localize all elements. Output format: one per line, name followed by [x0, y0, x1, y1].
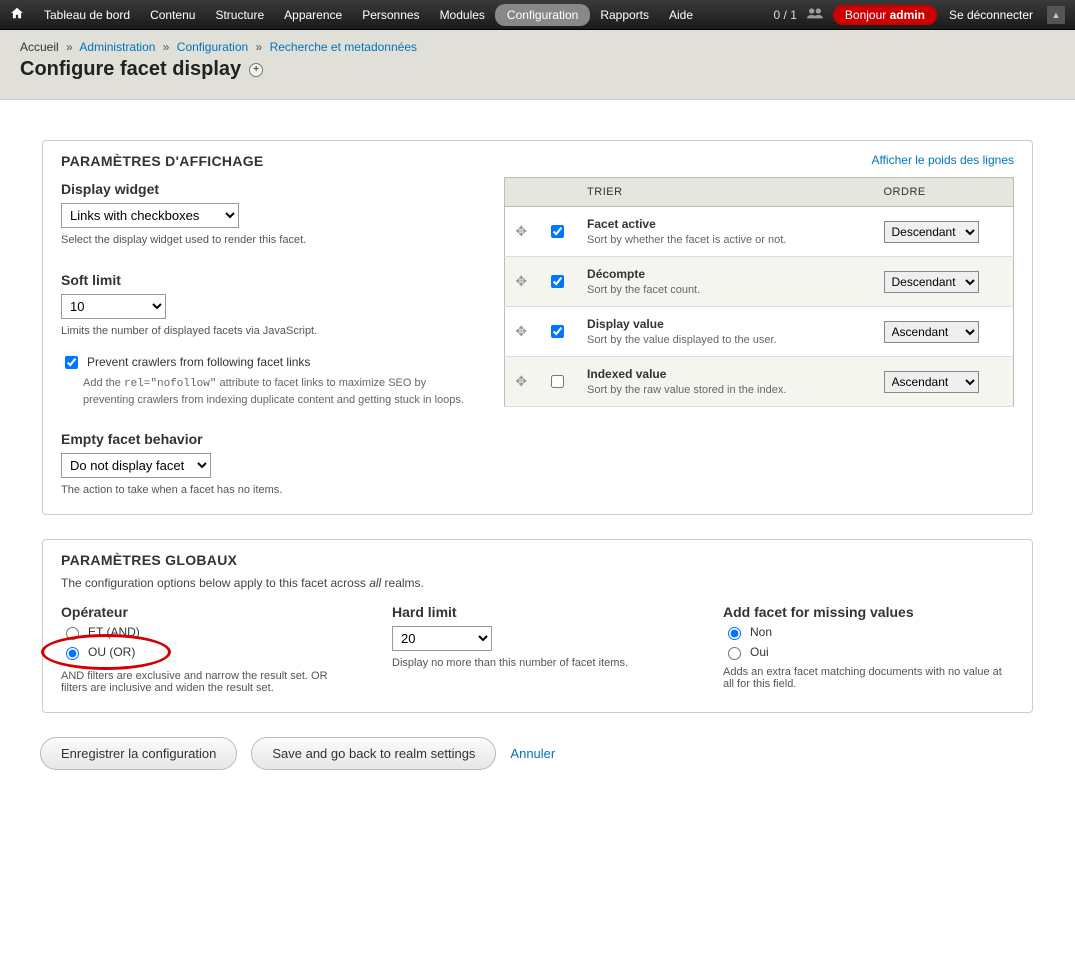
nofollow-checkbox[interactable]	[65, 356, 78, 369]
global-legend: PARAMÈTRES GLOBAUX	[61, 552, 1014, 568]
home-icon[interactable]	[10, 6, 24, 23]
missing-yes-radio[interactable]	[728, 647, 741, 660]
th-order: ORDRE	[874, 178, 1014, 207]
empty-behavior-label: Empty facet behavior	[61, 431, 480, 447]
sort-row-desc: Sort by whether the facet is active or n…	[587, 234, 863, 246]
operator-label: Opérateur	[61, 604, 352, 620]
sort-row-desc: Sort by the raw value stored in the inde…	[587, 384, 863, 396]
th-drag	[505, 178, 537, 207]
operator-desc: AND filters are exclusive and narrow the…	[61, 670, 352, 694]
content: Afficher le poids des lignes PARAMÈTRES …	[0, 100, 1075, 810]
sort-row-title: Décompte	[587, 267, 863, 281]
show-row-weights-link[interactable]: Afficher le poids des lignes	[871, 153, 1014, 167]
table-row: ✥ Décompte Sort by the facet count. Descend…	[505, 257, 1014, 307]
hello-prefix: Bonjour	[845, 8, 890, 22]
empty-behavior-desc: The action to take when a facet has no i…	[61, 484, 480, 496]
breadcrumb-home: Accueil	[20, 40, 59, 54]
admin-menu-item[interactable]: Apparence	[274, 1, 352, 29]
operator-or-label: OU (OR)	[88, 645, 135, 659]
hello-user: admin	[890, 8, 925, 22]
subheader: Accueil » Administration » Configuration…	[0, 30, 1075, 100]
breadcrumb-link[interactable]: Recherche et metadonnées	[270, 40, 417, 54]
empty-behavior-select[interactable]: Do not display facet	[61, 453, 211, 478]
table-row: ✥ Display value Sort by the value displaye…	[505, 307, 1014, 357]
hard-limit-select[interactable]: 20	[392, 626, 492, 651]
nofollow-label: Prevent crawlers from following facet li…	[87, 355, 310, 369]
sort-row-checkbox[interactable]	[551, 375, 564, 388]
missing-no-label: Non	[750, 625, 772, 639]
sort-row-desc: Sort by the facet count.	[587, 284, 863, 296]
breadcrumb-link[interactable]: Administration	[79, 40, 155, 54]
shortcut-counter: 0 / 1	[774, 8, 797, 22]
th-check	[537, 178, 577, 207]
sort-row-checkbox[interactable]	[551, 275, 564, 288]
toolbar-collapse-icon[interactable]: ▲	[1047, 6, 1065, 24]
sort-row-title: Facet active	[587, 217, 863, 231]
sort-row-title: Indexed value	[587, 367, 863, 381]
user-badge[interactable]: Bonjour admin	[833, 5, 937, 25]
breadcrumb-link[interactable]: Configuration	[177, 40, 248, 54]
display-settings-panel: Afficher le poids des lignes PARAMÈTRES …	[42, 140, 1033, 515]
admin-menu-item[interactable]: Tableau de bord	[34, 1, 140, 29]
sort-table: TRIER ORDRE ✥ Facet active Sort by whether…	[504, 177, 1014, 407]
drag-handle-icon[interactable]: ✥	[505, 257, 537, 307]
table-row: ✥ Facet active Sort by whether the facet i…	[505, 207, 1014, 257]
drag-handle-icon[interactable]: ✥	[505, 307, 537, 357]
nofollow-desc: Add the rel="nofollow" attribute to face…	[83, 376, 480, 409]
display-widget-select[interactable]: Links with checkboxes	[61, 203, 239, 228]
sort-row-checkbox[interactable]	[551, 225, 564, 238]
missing-desc: Adds an extra facet matching documents w…	[723, 666, 1014, 690]
admin-menu-item[interactable]: Rapports	[590, 1, 659, 29]
sort-row-title: Display value	[587, 317, 863, 331]
form-actions: Enregistrer la configuration Save and go…	[40, 737, 1035, 770]
table-row: ✥ Indexed value Sort by the raw value stor…	[505, 357, 1014, 407]
missing-yes-label: Oui	[750, 645, 769, 659]
display-widget-label: Display widget	[61, 181, 480, 197]
sort-order-select[interactable]: DescendantAscendant	[884, 321, 979, 343]
admin-menu-item[interactable]: Aide	[659, 1, 703, 29]
display-widget-desc: Select the display widget used to render…	[61, 234, 480, 246]
save-back-button[interactable]: Save and go back to realm settings	[251, 737, 496, 770]
sort-row-checkbox[interactable]	[551, 325, 564, 338]
admin-toolbar: Tableau de bordContenuStructureApparence…	[0, 0, 1075, 30]
sort-order-select[interactable]: DescendantAscendant	[884, 371, 979, 393]
sort-row-desc: Sort by the value displayed to the user.	[587, 334, 863, 346]
global-settings-panel: PARAMÈTRES GLOBAUX The configuration opt…	[42, 539, 1033, 713]
soft-limit-desc: Limits the number of displayed facets vi…	[61, 325, 480, 337]
save-button[interactable]: Enregistrer la configuration	[40, 737, 237, 770]
global-desc: The configuration options below apply to…	[61, 576, 1014, 590]
admin-menu-item[interactable]: Structure	[205, 1, 274, 29]
th-sort: TRIER	[577, 178, 873, 207]
admin-menu-item[interactable]: Contenu	[140, 1, 205, 29]
missing-label: Add facet for missing values	[723, 604, 1014, 620]
operator-or-radio[interactable]	[66, 647, 79, 660]
add-shortcut-icon[interactable]: +	[249, 63, 263, 77]
page-title: Configure facet display +	[20, 58, 1055, 81]
hard-limit-label: Hard limit	[392, 604, 683, 620]
sort-order-select[interactable]: DescendantAscendant	[884, 221, 979, 243]
soft-limit-select[interactable]: 10	[61, 294, 166, 319]
drag-handle-icon[interactable]: ✥	[505, 207, 537, 257]
users-icon	[807, 7, 823, 22]
logout-link[interactable]: Se déconnecter	[949, 8, 1033, 22]
admin-menu-item[interactable]: Modules	[430, 1, 495, 29]
breadcrumb: Accueil » Administration » Configuration…	[20, 40, 1055, 54]
missing-no-radio[interactable]	[728, 627, 741, 640]
hard-limit-desc: Display no more than this number of face…	[392, 657, 683, 669]
sort-order-select[interactable]: DescendantAscendant	[884, 271, 979, 293]
admin-menu-item[interactable]: Configuration	[495, 4, 590, 26]
soft-limit-label: Soft limit	[61, 272, 480, 288]
cancel-link[interactable]: Annuler	[510, 746, 555, 761]
admin-menu-item[interactable]: Personnes	[352, 1, 429, 29]
operator-and-radio[interactable]	[66, 627, 79, 640]
drag-handle-icon[interactable]: ✥	[505, 357, 537, 407]
operator-and-label: ET (AND)	[88, 625, 140, 639]
